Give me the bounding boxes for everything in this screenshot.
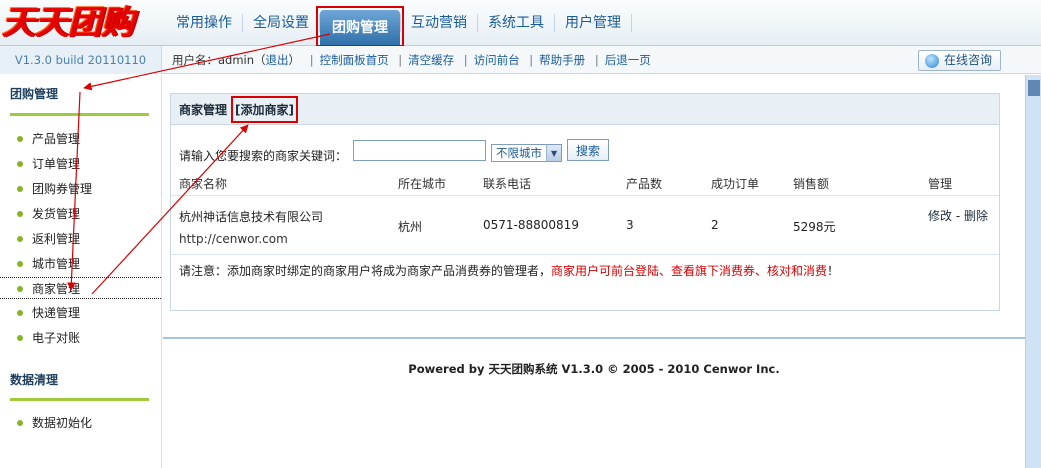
notice-highlight: 商家用户可前台登陆、查看旗下消费券、核对和消费 [551,264,828,278]
sidebar-item-rebates[interactable]: 返利管理 [0,228,161,250]
bullet-icon [17,136,23,142]
merchant-url: http://cenwor.com [179,232,288,246]
table-row: 杭州神话信息技术有限公司 http://cenwor.com 杭州 0571-8… [171,196,999,255]
sidebar-item-products[interactable]: 产品管理 [0,128,161,150]
tab-global-settings[interactable]: 全局设置 [243,9,319,37]
bullet-icon [17,420,23,426]
tab-divider [631,14,632,32]
logout-link[interactable]: 退出 [266,53,289,67]
bullet-icon [17,286,23,292]
merchant-search-input[interactable] [353,139,487,161]
merchant-table: 商家名称 所在城市 联系电话 产品数 成功订单 销售额 管理 杭州神话信息技术有… [171,168,999,255]
section-divider [10,113,149,116]
column-header-phone: 联系电话 [483,177,532,191]
sidebar-item-coupons[interactable]: 团购券管理 [0,178,161,200]
sidebar-item-shipping[interactable]: 发货管理 [0,203,161,225]
search-row: 请输入您要搜索的商家关键词： 不限城市 ▼ 搜索 [179,138,610,163]
username-label: 用户名：admin（ [172,53,266,67]
table-header-row: 商家名称 所在城市 联系电话 产品数 成功订单 销售额 管理 [171,168,999,196]
footer-divider [163,337,1025,339]
merchant-phone: 0571-88800819 [483,218,579,232]
city-select-value: 不限城市 [496,146,543,160]
bullet-icon [17,261,23,267]
vertical-scrollbar[interactable] [1025,75,1041,468]
clear-cache-link[interactable]: 清空缓存 [408,53,454,67]
merchant-name-cell: 杭州神话信息技术有限公司 http://cenwor.com [179,206,389,250]
merchant-city: 杭州 [398,220,423,234]
city-select[interactable]: 不限城市 ▼ [491,144,563,162]
notice-text: 请注意：添加商家时绑定的商家用户将成为商家产品消费券的管理者，商家用户可前台登陆… [179,262,839,279]
tab-interactive-marketing[interactable]: 互动营销 [401,9,477,37]
help-manual-link[interactable]: 帮助手册 [539,53,585,67]
sidebar-section-data-cleanup: 数据清理 [10,373,59,387]
column-header-sales: 销售额 [793,177,830,191]
version-label: V1.3.0 build 20110110 [0,46,162,74]
sidebar-item-merchants[interactable]: 商家管理 [0,277,161,299]
tab-system-tools[interactable]: 系统工具 [478,9,554,37]
left-sidebar: 团购管理 产品管理 订单管理 团购券管理 发货管理 返利管理 城市管理 商家管理… [0,75,162,468]
scrollbar-thumb[interactable] [1028,80,1040,96]
action-separator: - [952,209,964,223]
sub-toolbar: V1.3.0 build 20110110 用户名：admin（退出） | 控制面… [0,46,1041,74]
top-navigation: 常用操作 全局设置 团购管理 互动营销 系统工具 用户管理 [166,0,632,47]
edit-link[interactable]: 修改 [928,209,952,223]
bullet-icon [17,335,23,341]
delete-link[interactable]: 删除 [964,209,988,223]
go-back-link[interactable]: 后退一页 [605,53,651,67]
notice-suffix: ！ [827,264,840,278]
chevron-down-icon: ▼ [546,145,562,161]
panel-title: 商家管理 [179,102,228,117]
panel-header: 商家管理 [添加商家] [171,94,999,125]
search-button[interactable]: 搜索 [567,139,610,161]
sidebar-item-reconciliation[interactable]: 电子对账 [0,327,161,349]
sidebar-item-express[interactable]: 快递管理 [0,302,161,324]
search-label: 请输入您要搜索的商家关键词： [179,148,348,163]
tab-common-operations[interactable]: 常用操作 [166,9,242,37]
column-header-orders: 成功订单 [711,177,760,191]
sidebar-item-cities[interactable]: 城市管理 [0,253,161,275]
sidebar-item-orders[interactable]: 订单管理 [0,153,161,175]
username-suffix: ） [288,53,301,67]
tab-group-buy-management[interactable]: 团购管理 [316,6,404,47]
bullet-icon [17,186,23,192]
site-logo: 天天团购 [2,4,134,42]
bullet-icon [17,236,23,242]
top-header: 天天团购 常用操作 全局设置 团购管理 互动营销 系统工具 用户管理 [0,0,1041,47]
footer-text: Powered by 天天团购系统 V1.3.0 © 2005 - 2010 C… [408,362,780,376]
bullet-icon [17,161,23,167]
merchant-panel: 商家管理 [添加商家] 请输入您要搜索的商家关键词： 不限城市 ▼ 搜索 商家名… [170,93,1000,311]
merchant-name: 杭州神话信息技术有限公司 [179,210,324,224]
manage-actions: 修改 - 删除 [928,206,988,226]
bullet-icon [17,211,23,217]
main-content: 商家管理 [添加商家] 请输入您要搜索的商家关键词： 不限城市 ▼ 搜索 商家名… [163,75,1025,468]
sidebar-item-data-init[interactable]: 数据初始化 [0,412,161,434]
bullet-icon [17,310,23,316]
add-merchant-link[interactable]: [添加商家] [231,95,298,123]
online-consult-button[interactable]: 在线咨询 [917,50,1001,71]
visit-frontend-link[interactable]: 访问前台 [474,53,520,67]
notice-prefix: 请注意：添加商家时绑定的商家用户将成为商家产品消费券的管理者， [179,264,552,278]
sidebar-section-group-buy: 团购管理 [10,87,59,101]
column-header-products: 产品数 [626,177,663,191]
merchant-order-count: 2 [711,218,719,232]
column-header-manage: 管理 [928,177,953,191]
section-divider [10,398,149,401]
merchant-sales: 5298元 [793,220,836,234]
column-header-name: 商家名称 [179,177,228,191]
control-panel-home-link[interactable]: 控制面板首页 [320,53,389,67]
tab-user-management[interactable]: 用户管理 [555,9,631,37]
column-header-city: 所在城市 [398,177,447,191]
merchant-product-count: 3 [626,218,634,232]
chat-user-icon [924,53,939,68]
online-consult-label: 在线咨询 [943,53,992,67]
user-links-bar: 用户名：admin（退出） | 控制面板首页 | 清空缓存 | 访问前台 | 帮助手册 … [172,53,651,67]
